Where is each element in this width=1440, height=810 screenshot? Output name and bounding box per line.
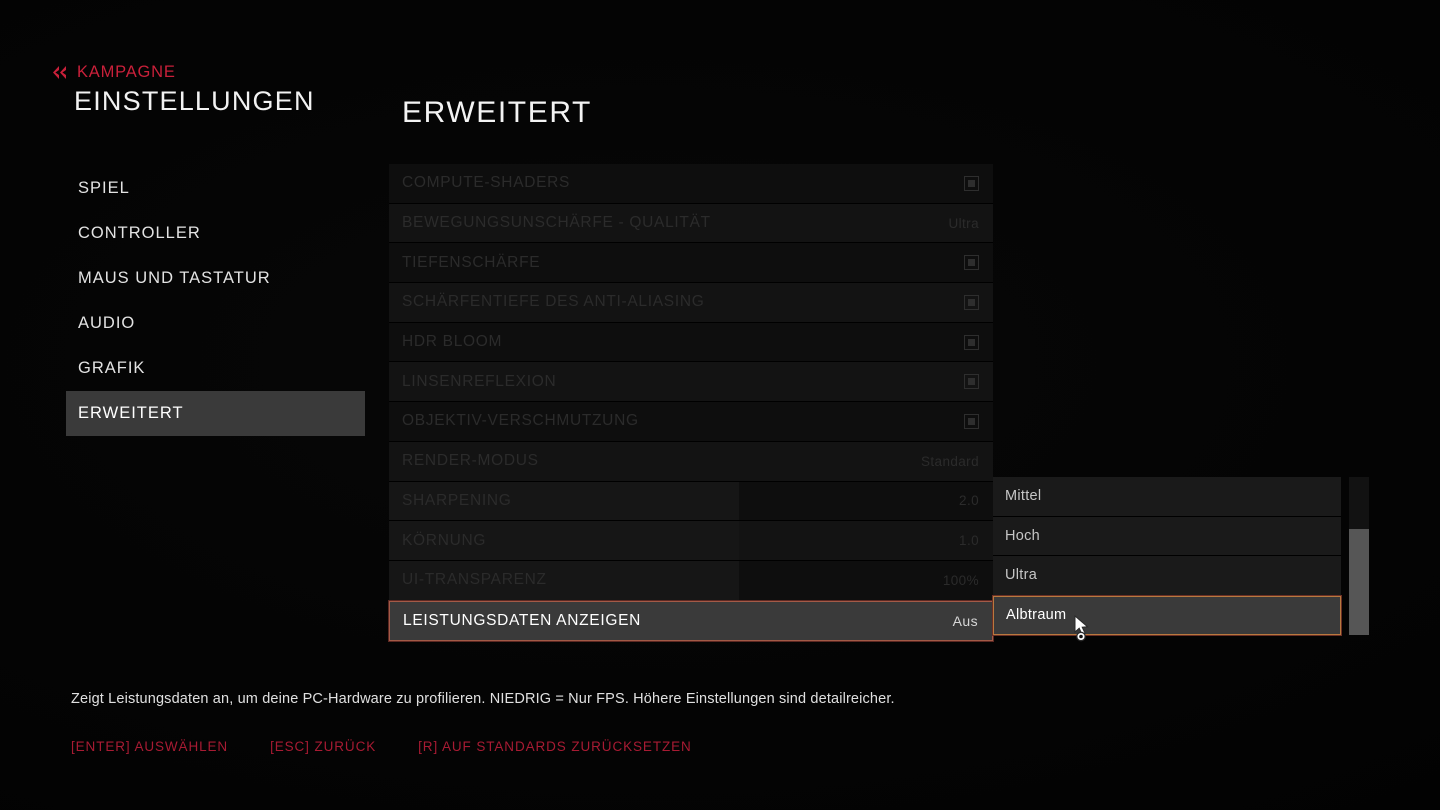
dropdown-option-ultra[interactable]: Ultra	[993, 556, 1341, 596]
sidebar-item-label: CONTROLLER	[78, 224, 201, 242]
breadcrumb-back[interactable]: KAMPAGNE	[52, 63, 176, 82]
chevron-double-left-icon	[52, 65, 68, 80]
setting-label: BEWEGUNGSUNSCHÄRFE - QUALITÄT	[402, 214, 711, 232]
setting-value: 1.0	[959, 533, 979, 549]
setting-row-sharpening[interactable]: SHARPENING 2.0	[389, 481, 993, 522]
setting-label: LEISTUNGSDATEN ANZEIGEN	[403, 611, 642, 629]
setting-row-bewegungsunschaerfe-qualitaet[interactable]: BEWEGUNGSUNSCHÄRFE - QUALITÄT Ultra	[389, 203, 993, 244]
setting-label: KÖRNUNG	[402, 531, 487, 549]
dropdown-option-label: Mittel	[1005, 488, 1042, 505]
setting-label: UI-TRANSPARENZ	[402, 571, 547, 589]
setting-row-schaerfentiefe-anti-aliasing[interactable]: SCHÄRFENTIEFE DES ANTI-ALIASING	[389, 283, 993, 323]
dropdown-option-label: Ultra	[1005, 567, 1038, 584]
setting-value: Standard	[921, 453, 979, 469]
setting-label: LINSENREFLEXION	[402, 372, 557, 390]
mouse-pointer-icon	[1073, 614, 1095, 643]
setting-value: Ultra	[948, 215, 979, 231]
setting-row-ui-transparenz[interactable]: UI-TRANSPARENZ 100%	[389, 560, 993, 601]
setting-description: Zeigt Leistungsdaten an, um deine PC-Har…	[71, 691, 895, 707]
checkbox-icon[interactable]	[964, 413, 979, 429]
dropdown-scrollbar[interactable]	[1349, 477, 1369, 635]
checkbox-icon[interactable]	[964, 255, 979, 271]
sidebar-item-audio[interactable]: AUDIO	[66, 301, 366, 346]
hint-reset-defaults[interactable]: [r] AUF STANDARDS ZURÜCKSETZEN	[418, 739, 692, 754]
sidebar-item-controller[interactable]: CONTROLLER	[66, 211, 366, 256]
setting-value: Aus	[952, 612, 978, 629]
dropdown-option-hoch[interactable]: Hoch	[993, 516, 1341, 556]
dropdown-option-label: Hoch	[1005, 527, 1041, 544]
setting-label: TIEFENSCHÄRFE	[402, 253, 541, 271]
setting-row-objektiv-verschmutzung[interactable]: OBJEKTIV-VERSCHMUTZUNG	[389, 402, 993, 442]
checkbox-icon[interactable]	[964, 334, 979, 350]
setting-value: 100%	[942, 572, 979, 588]
setting-row-koernung[interactable]: KÖRNUNG 1.0	[389, 521, 993, 561]
sidebar-item-erweitert[interactable]: ERWEITERT	[66, 391, 365, 436]
dropdown-scrollbar-thumb[interactable]	[1349, 529, 1369, 635]
checkbox-icon[interactable]	[964, 175, 979, 191]
setting-row-leistungsdaten-anzeigen[interactable]: LEISTUNGSDATEN ANZEIGEN Aus	[389, 600, 993, 641]
setting-label: SCHÄRFENTIEFE DES ANTI-ALIASING	[402, 293, 705, 311]
setting-row-linsenreflexion[interactable]: LINSENREFLEXION	[389, 362, 993, 403]
checkbox-icon[interactable]	[964, 294, 979, 310]
setting-label: COMPUTE-SHADERS	[402, 174, 571, 192]
checkbox-icon[interactable]	[964, 374, 979, 390]
sidebar-item-label: GRAFIK	[78, 359, 146, 377]
dropdown-option-albtraum[interactable]: Albtraum	[993, 595, 1341, 635]
sidebar-item-spiel[interactable]: SPIEL	[66, 166, 366, 211]
sidebar: SPIEL CONTROLLER MAUS UND TASTATUR AUDIO…	[66, 166, 366, 436]
dropdown-option-mittel[interactable]: Mittel	[993, 477, 1341, 517]
sidebar-item-label: MAUS UND TASTATUR	[78, 269, 271, 287]
page-title: ERWEITERT	[402, 96, 592, 129]
sidebar-item-grafik[interactable]: GRAFIK	[66, 346, 366, 391]
setting-row-render-modus[interactable]: RENDER-MODUS Standard	[389, 441, 993, 482]
page-heading: EINSTELLUNGEN	[74, 86, 315, 116]
dropdown-option-label: Albtraum	[1006, 607, 1067, 624]
sidebar-item-label: SPIEL	[78, 179, 130, 197]
key-hints: [ENTER] AUSWÄHLEN [ESC] ZURÜCK [r] AUF S…	[71, 739, 692, 754]
settings-list: COMPUTE-SHADERS BEWEGUNGSUNSCHÄRFE - QUA…	[389, 164, 993, 641]
hint-esc-back[interactable]: [ESC] ZURÜCK	[270, 739, 376, 754]
setting-row-hdr-bloom[interactable]: HDR BLOOM	[389, 322, 993, 363]
setting-label: OBJEKTIV-VERSCHMUTZUNG	[402, 412, 639, 430]
setting-label: SHARPENING	[402, 491, 512, 509]
settings-screen: KAMPAGNE EINSTELLUNGEN SPIEL CONTROLLER …	[0, 0, 1440, 810]
sidebar-item-label: ERWEITERT	[78, 404, 184, 422]
setting-row-compute-shaders[interactable]: COMPUTE-SHADERS	[389, 164, 993, 204]
hint-enter-select[interactable]: [ENTER] AUSWÄHLEN	[71, 739, 228, 754]
setting-label: RENDER-MODUS	[402, 452, 539, 470]
breadcrumb-label: KAMPAGNE	[77, 63, 176, 81]
setting-row-tiefenschaerfe[interactable]: TIEFENSCHÄRFE	[389, 243, 993, 284]
sidebar-item-label: AUDIO	[78, 314, 136, 332]
setting-label: HDR BLOOM	[402, 333, 503, 351]
sidebar-item-maus-und-tastatur[interactable]: MAUS UND TASTATUR	[66, 256, 366, 301]
dropdown-options: Mittel Hoch Ultra Albtraum	[993, 477, 1341, 635]
setting-value: 2.0	[959, 493, 979, 509]
